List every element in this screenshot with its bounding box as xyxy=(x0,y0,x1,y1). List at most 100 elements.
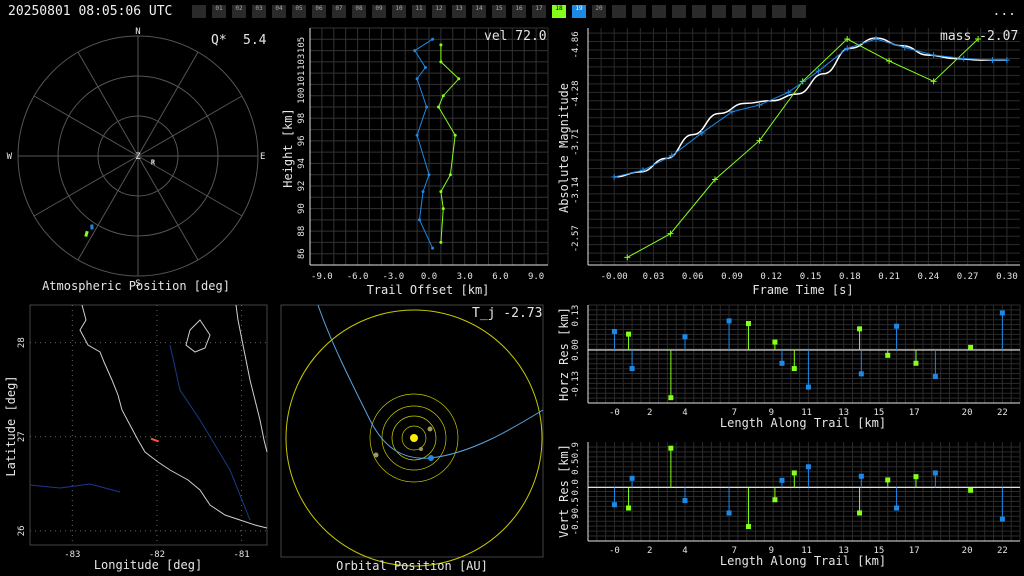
vert_res-marker-station-2 xyxy=(894,505,900,511)
trail-ytick: 88 xyxy=(297,226,307,237)
map-county-border xyxy=(29,483,121,493)
horz_res-marker-station-2 xyxy=(858,371,864,377)
mag-point-station-2 xyxy=(960,55,967,62)
horz_res-ytick: 0.13 xyxy=(571,305,581,327)
vert_res-marker-station-2 xyxy=(682,498,688,504)
vert_res-ytick: 0.9 xyxy=(571,442,581,458)
vert_res-marker-station-2 xyxy=(779,477,785,483)
horz_res-chart: -0 2 4 7 9 11 13 15 17 20 22-0.130.000.13Length Al… xyxy=(557,304,1021,430)
vert_res-ytick: 0.0 xyxy=(571,479,581,495)
horz_res-xtick: 4 xyxy=(682,408,687,418)
trail-ytick: 98 xyxy=(297,113,307,124)
vert_res-marker-station-1 xyxy=(857,510,863,516)
trail-xtick: 6.0 xyxy=(492,272,508,282)
trail-point-station-2 xyxy=(425,105,429,109)
trail-chart: -9.0 -6.0 -3.0 0.0 3.0 6.0 9.0 86 88 90 92 94 96 98 10… xyxy=(281,27,549,297)
trail-point-station-2 xyxy=(427,173,431,177)
map-xtick: -83 xyxy=(64,550,80,560)
trail-ytick: 92 xyxy=(297,181,307,192)
vert_res-marker-station-2 xyxy=(629,475,635,481)
trail-xlabel: Trail Offset [km] xyxy=(367,283,490,297)
polar-chart: NESW ZRQ* 5.4Atmospheric Position [deg] xyxy=(7,27,267,293)
horz_res-marker-station-2 xyxy=(726,318,732,324)
vert_res-xtick: 2 xyxy=(647,546,652,556)
trail-point-station-2 xyxy=(421,190,425,194)
vert_res-xtick: 20 xyxy=(962,546,973,556)
orbit-planet-3 xyxy=(419,447,423,451)
mag-xtick: 0.18 xyxy=(839,272,861,282)
trail-point-station-1 xyxy=(439,190,443,194)
map-lake xyxy=(185,319,211,353)
trail-point-station-2 xyxy=(415,77,419,81)
meteor-analysis-panels: NESW ZRQ* 5.4Atmospheric Position [deg]-9.… xyxy=(4,27,1021,573)
magnitude-chart: -0.00 0.03 0.06 0.09 0.12 0.15 0.18 0.21 0.24 0.2… xyxy=(557,28,1020,297)
trail-point-station-2 xyxy=(431,37,435,41)
vert_res-marker-station-1 xyxy=(772,497,778,503)
polar-dir-w: W xyxy=(7,152,13,162)
map-ytick: 28 xyxy=(17,337,27,348)
horz_res-marker-station-1 xyxy=(791,366,797,372)
horz_res-marker-station-1 xyxy=(772,339,778,345)
trail-ytick: 86 xyxy=(297,248,307,259)
orbit-earth xyxy=(428,455,434,461)
mag-ytick: -4.86 xyxy=(571,31,581,58)
horz_res-xtick: -0 xyxy=(609,408,620,418)
vert_res-marker-station-1 xyxy=(626,505,632,511)
vert_res-xlabel: Length Along Trail [km] xyxy=(720,554,886,568)
polar-q-value: 5.4 xyxy=(243,33,267,48)
map-xtick: -81 xyxy=(233,550,249,560)
vert_res-marker-station-1 xyxy=(913,474,919,480)
horz_res-marker-station-1 xyxy=(968,344,974,350)
mag-xtick: 0.30 xyxy=(996,272,1018,282)
vert_res-xtick: 17 xyxy=(909,546,920,556)
horz_res-xtick: 20 xyxy=(962,408,973,418)
mag-xtick: 0.15 xyxy=(800,272,822,282)
trail-point-station-2 xyxy=(413,49,417,53)
orbit-frame xyxy=(280,304,544,558)
polar-dir-n: N xyxy=(135,27,140,37)
trail-point-station-1 xyxy=(441,207,445,211)
map-ytick: 26 xyxy=(17,525,27,536)
trail-xtick: 0.0 xyxy=(421,272,437,282)
vert_res-marker-station-1 xyxy=(968,487,974,493)
horz_res-marker-station-2 xyxy=(894,323,900,329)
ground-map: -83 -82 -81262728Longitude [deg]Latitude [… xyxy=(4,304,268,572)
trail-ytick: 96 xyxy=(297,135,307,146)
map-ground-track xyxy=(150,437,160,443)
trail-line-station-1 xyxy=(437,44,460,243)
polar-q-label: Q* xyxy=(211,33,227,48)
trail-point-station-1 xyxy=(439,43,443,47)
horz_res-xlabel: Length Along Trail [km] xyxy=(720,416,886,430)
vert_res-ytick: 0.5 xyxy=(571,459,581,475)
polar-dir-e: E xyxy=(260,152,265,162)
mag-xtick: 0.24 xyxy=(918,272,940,282)
polar-spoke xyxy=(137,95,243,157)
map-xlabel: Longitude [deg] xyxy=(94,558,202,572)
vert_res-marker-station-1 xyxy=(668,445,674,451)
mag-xtick: 0.12 xyxy=(760,272,782,282)
vert_res-marker-station-2 xyxy=(932,470,938,476)
orbit-planet-1 xyxy=(373,452,379,458)
horz_res-ytick: -0.13 xyxy=(571,371,581,398)
trail-xtick: 9.0 xyxy=(528,272,544,282)
vert_res-marker-station-1 xyxy=(885,477,891,483)
trail-ytick: 101 xyxy=(297,71,307,87)
horz_res-marker-station-2 xyxy=(629,366,635,372)
orbit-planet-2 xyxy=(427,426,433,432)
orbit-title: Orbital Position [AU] xyxy=(336,559,488,573)
polar-radiant-marker: R xyxy=(151,158,156,166)
trail-point-station-1 xyxy=(453,133,457,137)
vert_res-marker-station-2 xyxy=(999,516,1005,522)
vert_res-marker-station-1 xyxy=(745,524,751,530)
trail-point-station-1 xyxy=(439,240,443,244)
mag-xtick: 0.06 xyxy=(682,272,704,282)
mag-point-station-2 xyxy=(611,173,618,180)
vert_res-marker-station-2 xyxy=(611,502,617,508)
trail-velocity: vel 72.0 xyxy=(484,29,547,44)
vert_res-marker-station-2 xyxy=(805,464,811,470)
mag-xtick: 0.21 xyxy=(878,272,900,282)
mag-xtick: 0.27 xyxy=(957,272,979,282)
mag-ytick: -3.71 xyxy=(571,129,581,156)
trail-ytick: 90 xyxy=(297,203,307,214)
trail-point-station-2 xyxy=(431,246,435,250)
